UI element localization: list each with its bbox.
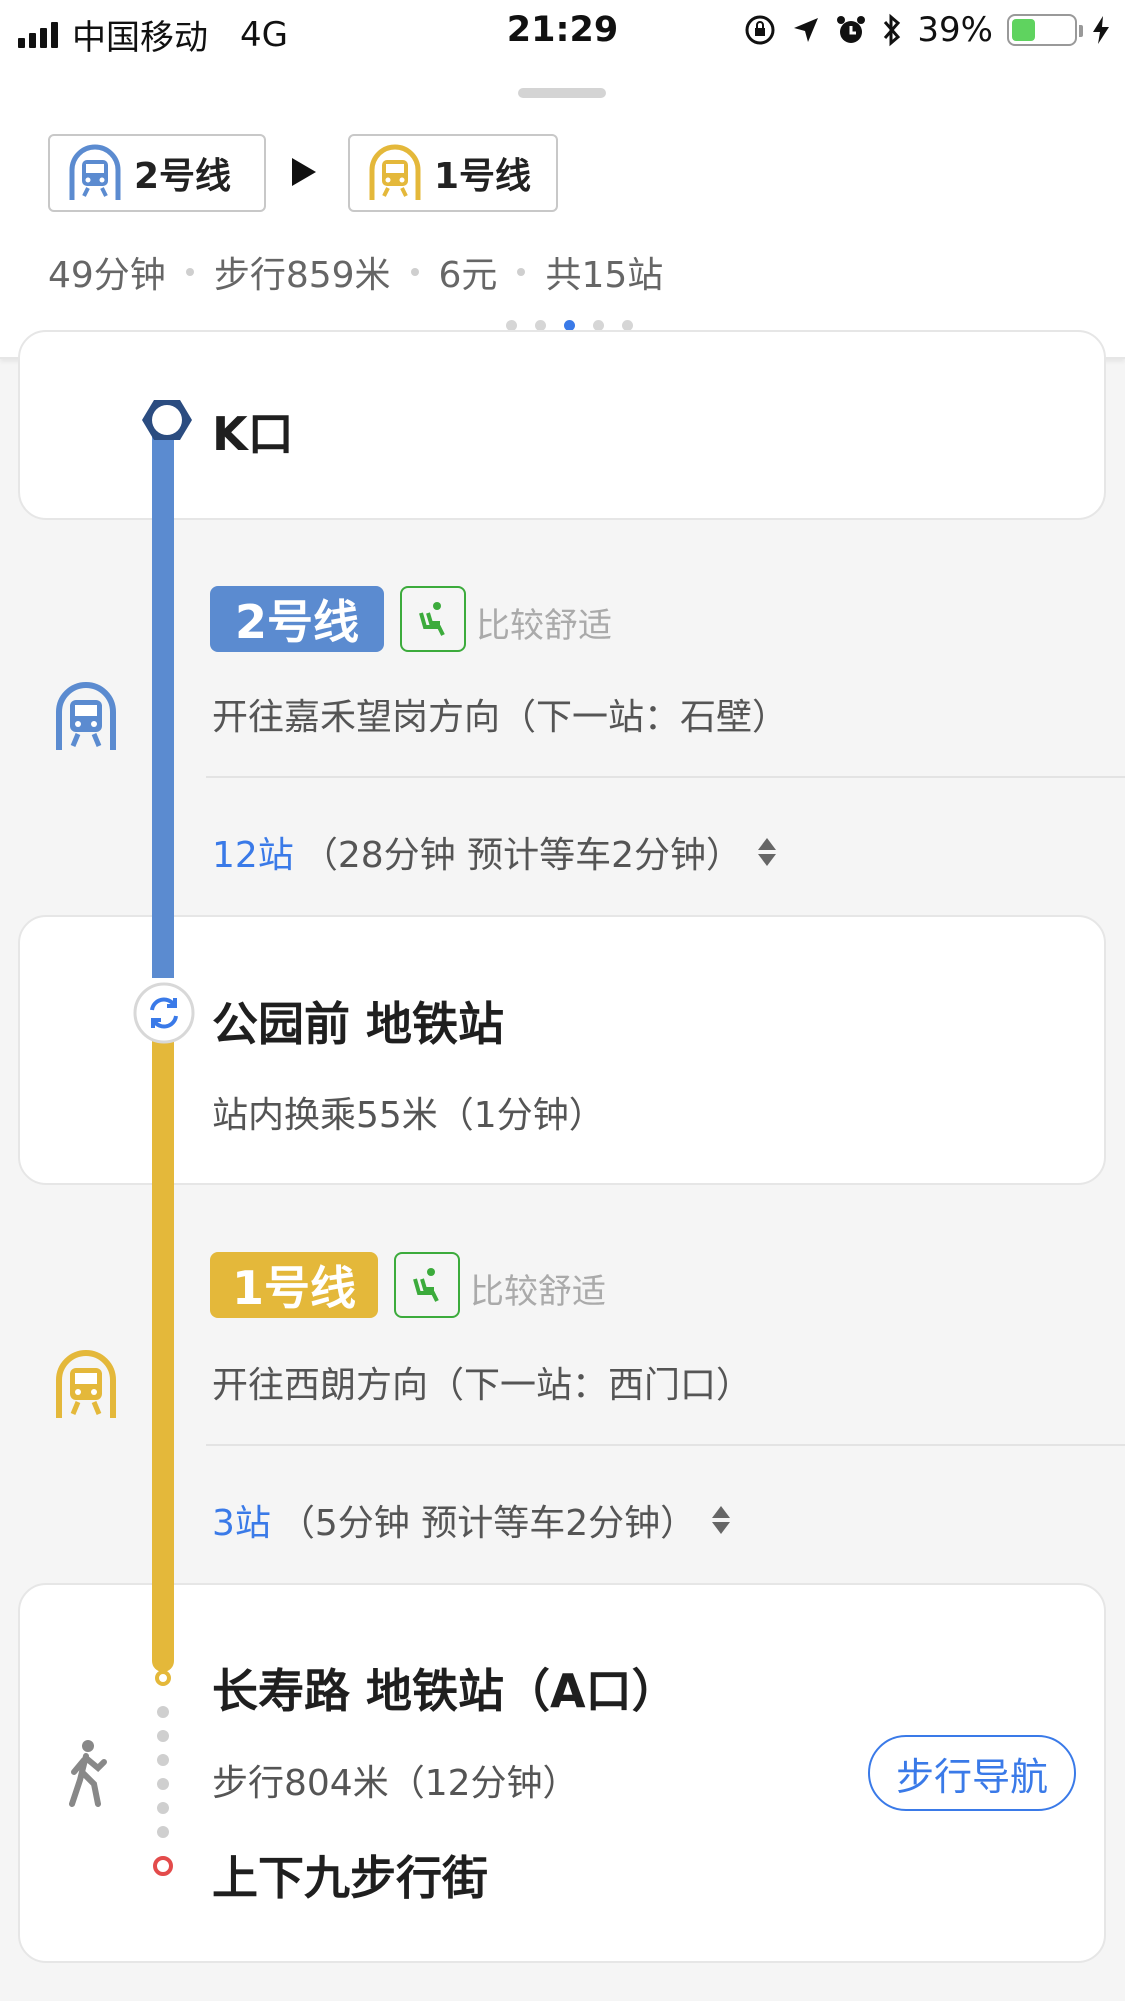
stop-count: 3站 bbox=[212, 1503, 271, 1544]
transfer-station: 公园前 地铁站 bbox=[212, 997, 505, 1051]
location-icon bbox=[794, 18, 819, 42]
comfort-icon bbox=[400, 586, 466, 652]
route-chip-label: 2号线 bbox=[134, 156, 232, 197]
route-meta: 49分钟 步行859米 6元 共15站 bbox=[48, 246, 663, 298]
walk-path-dot bbox=[157, 1730, 169, 1742]
route-chip-line-1: 1号线 bbox=[348, 134, 558, 212]
line-2-rail bbox=[152, 418, 174, 978]
metro-icon bbox=[369, 144, 421, 200]
fare-text: 6元 bbox=[438, 255, 498, 296]
arrow-right-icon bbox=[292, 158, 316, 186]
stations-text: 共15站 bbox=[545, 255, 664, 296]
walk-path-dot bbox=[157, 1754, 169, 1766]
transfer-card bbox=[18, 915, 1106, 1185]
metro-icon bbox=[56, 1350, 116, 1418]
route-summary: 2号线 1号线 49分钟 步行859米 6元 共15站 bbox=[0, 62, 1125, 359]
metro-icon bbox=[69, 144, 121, 200]
signal-icon bbox=[18, 21, 58, 48]
expand-icon bbox=[712, 1506, 731, 1534]
line-badge-1: 1号线 bbox=[210, 1252, 378, 1318]
walk-navigation-button[interactable]: 步行导航 bbox=[868, 1735, 1076, 1811]
charging-icon bbox=[1093, 16, 1109, 44]
separator-dot bbox=[410, 268, 419, 276]
transfer-detail: 站内换乘55米（1分钟） bbox=[212, 1095, 605, 1136]
status-bar: 中国移动 4G 21:29 39% bbox=[0, 0, 1125, 62]
line-badge-2: 2号线 bbox=[210, 586, 384, 652]
walk-path-dot bbox=[157, 1778, 169, 1790]
walk-text: 步行859米 bbox=[213, 255, 391, 296]
battery-percent: 39% bbox=[917, 10, 993, 50]
walking-icon bbox=[69, 1740, 107, 1807]
expand-icon bbox=[757, 838, 776, 866]
drag-handle[interactable] bbox=[518, 88, 606, 98]
rotation-lock-icon bbox=[745, 15, 775, 45]
transfer-icon bbox=[133, 982, 195, 1044]
stop-detail: （28分钟 预计等车2分钟） bbox=[301, 835, 742, 876]
stops-toggle[interactable]: 3站 （5分钟 预计等车2分钟） bbox=[212, 1494, 731, 1546]
stops-toggle[interactable]: 12站 （28分钟 预计等车2分钟） bbox=[212, 826, 776, 878]
walk-path-dot bbox=[157, 1826, 169, 1838]
route-chip-label: 1号线 bbox=[434, 156, 532, 197]
destination-label: 上下九步行街 bbox=[212, 1851, 488, 1905]
walk-detail: 步行804米（12分钟） bbox=[212, 1763, 579, 1804]
arrival-station: 长寿路 地铁站（A口） bbox=[212, 1664, 678, 1718]
separator-dot bbox=[185, 268, 194, 276]
comfort-icon bbox=[394, 1252, 460, 1318]
divider bbox=[206, 1444, 1125, 1446]
metro-icon bbox=[56, 682, 116, 750]
route-chip-line-2: 2号线 bbox=[48, 134, 266, 212]
stop-count: 12站 bbox=[212, 835, 294, 876]
direction-text: 开往嘉禾望岗方向（下一站：石壁） bbox=[212, 697, 789, 738]
comfort-label: 比较舒适 bbox=[470, 1272, 606, 1312]
carrier-label: 中国移动 bbox=[72, 18, 208, 58]
line-1-rail bbox=[152, 1040, 174, 1672]
stop-detail: （5分钟 预计等车2分钟） bbox=[278, 1503, 697, 1544]
start-label: K口 bbox=[212, 407, 294, 461]
comfort-label: 比较舒适 bbox=[476, 606, 612, 646]
walk-path-dot bbox=[157, 1706, 169, 1718]
separator-dot bbox=[517, 268, 526, 276]
start-marker-icon bbox=[142, 400, 192, 440]
battery-icon bbox=[1007, 14, 1083, 46]
alarm-icon bbox=[837, 16, 866, 43]
divider bbox=[206, 776, 1125, 778]
walk-path-dot bbox=[157, 1802, 169, 1814]
bluetooth-icon bbox=[884, 13, 901, 47]
exit-marker bbox=[155, 1670, 171, 1686]
direction-text: 开往西朗方向（下一站：西门口） bbox=[212, 1365, 753, 1406]
destination-marker bbox=[153, 1856, 173, 1876]
network-label: 4G bbox=[240, 14, 288, 55]
duration-text: 49分钟 bbox=[48, 255, 166, 296]
